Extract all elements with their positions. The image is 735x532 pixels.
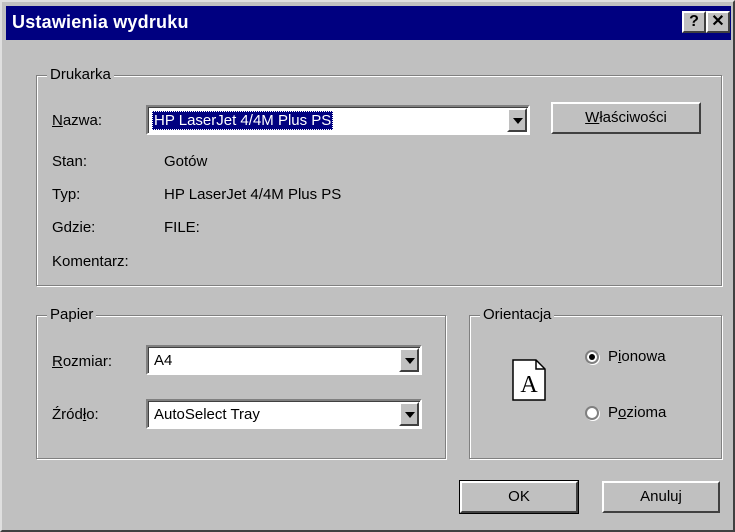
properties-button[interactable]: Właściwości xyxy=(551,102,701,134)
where-value: FILE: xyxy=(164,219,200,236)
type-value: HP LaserJet 4/4M Plus PS xyxy=(164,186,342,203)
landscape-label[interactable]: Pozioma xyxy=(608,403,666,423)
window-title: Ustawienia wydruku xyxy=(12,12,189,32)
orientation-groupbox: Orientacja xyxy=(469,305,722,459)
ok-button[interactable]: OK xyxy=(459,480,579,514)
print-setup-dialog: Ustawienia wydruku ? ✕ Drukarka Nazwa: H… xyxy=(0,0,735,532)
where-label: Gdzie: xyxy=(52,219,96,236)
paper-source-value: AutoSelect Tray xyxy=(154,406,260,423)
paper-size-dropdown-button[interactable] xyxy=(399,348,419,372)
title-bar[interactable]: Ustawienia wydruku ? ✕ xyxy=(6,6,731,40)
printer-name-select[interactable]: HP LaserJet 4/4M Plus PS xyxy=(146,105,530,135)
page-orientation-icon: A xyxy=(512,359,546,401)
printer-name-dropdown-button[interactable] xyxy=(507,108,527,132)
cancel-button[interactable]: Anuluj xyxy=(602,481,720,513)
type-label: Typ: xyxy=(52,186,81,203)
status-value: Gotów xyxy=(164,153,208,170)
portrait-label[interactable]: Pionowa xyxy=(608,347,666,367)
paper-source-select[interactable]: AutoSelect Tray xyxy=(146,399,422,429)
printer-name-label: Nazwa: xyxy=(52,112,103,129)
paper-size-label: Rozmiar: xyxy=(52,353,113,370)
comment-label: Komentarz: xyxy=(52,253,129,270)
help-icon: ? xyxy=(689,13,699,30)
paper-source-label: Źródło: xyxy=(52,406,99,423)
close-icon: ✕ xyxy=(711,13,725,30)
page-letter: A xyxy=(520,372,538,398)
paper-size-value: A4 xyxy=(154,352,173,369)
printer-group-legend: Drukarka xyxy=(47,65,114,85)
status-label: Stan: xyxy=(52,153,88,170)
paper-source-dropdown-button[interactable] xyxy=(399,402,419,426)
paper-size-select[interactable]: A4 xyxy=(146,345,422,375)
landscape-radio[interactable] xyxy=(585,406,599,420)
help-button[interactable]: ? xyxy=(682,11,706,33)
printer-name-value: HP LaserJet 4/4M Plus PS xyxy=(152,111,334,130)
paper-groupbox: Papier xyxy=(36,305,446,459)
paper-group-legend: Papier xyxy=(47,305,97,325)
close-button[interactable]: ✕ xyxy=(706,11,730,33)
orientation-group-legend: Orientacja xyxy=(480,305,555,325)
portrait-radio[interactable] xyxy=(585,350,599,364)
